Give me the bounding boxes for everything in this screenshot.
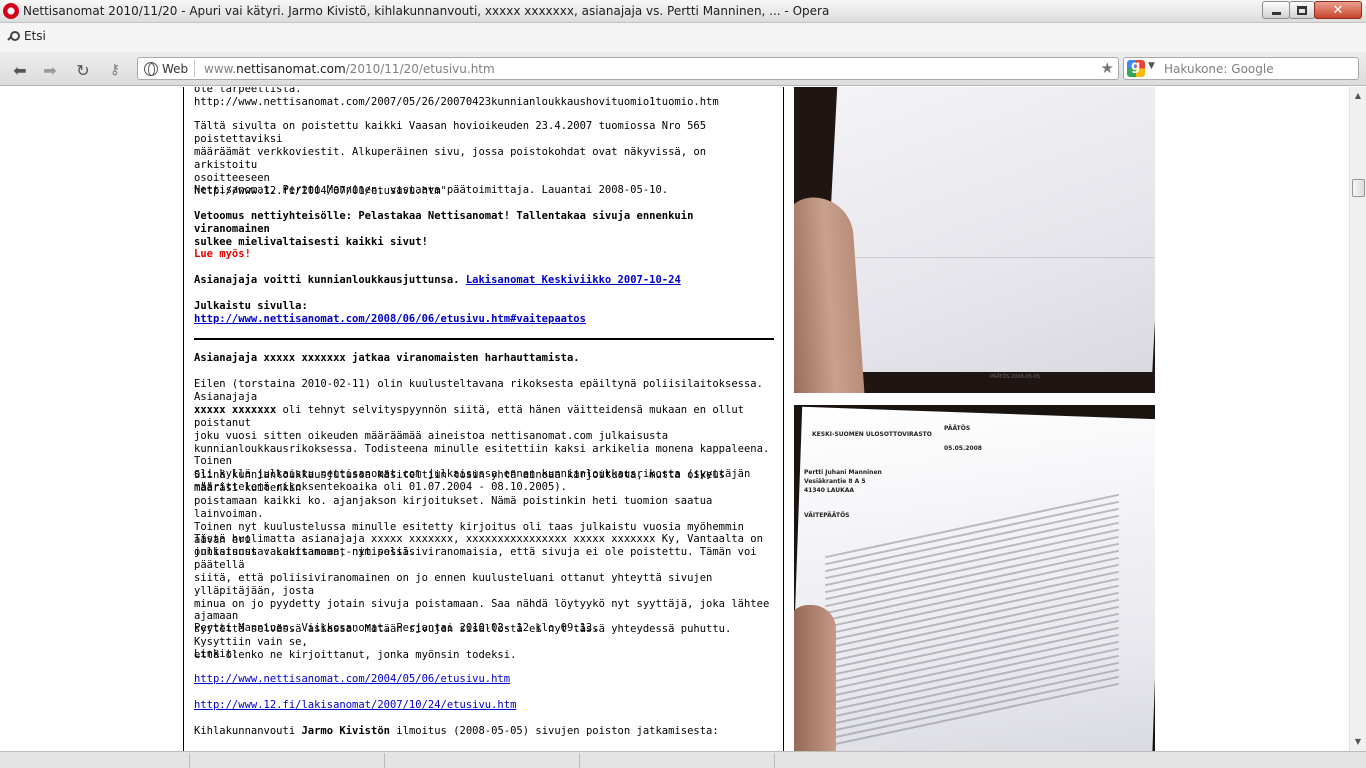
- status-segment: [190, 753, 385, 768]
- document-text: [822, 493, 1122, 748]
- navigation-toolbar: ⬅ ➡ ↻ ⚷ Web www.nettisanomat.com/2010/11…: [0, 52, 1366, 86]
- opera-logo-icon: [3, 3, 19, 19]
- bold-name: xxxxx xxxxxxx: [194, 403, 277, 416]
- search-icon: [8, 30, 20, 42]
- address-badge[interactable]: Web: [141, 60, 196, 77]
- nettisanomat-link[interactable]: http://www.nettisanomat.com/2004/05/06/e…: [194, 673, 510, 685]
- see-also-label: Lue myös!: [194, 248, 251, 260]
- address-badge-label: Web: [162, 61, 189, 76]
- text-span: Kihlakunnanvouti: [194, 725, 302, 737]
- key-icon: ⚷: [109, 62, 121, 78]
- text-span: Eilen (torstaina 2010-02-11) olin kuulus…: [194, 378, 763, 403]
- text-span: ilmoitus (2008-05-05) sivujen poiston ja…: [389, 725, 719, 737]
- scroll-up-icon[interactable]: ▲: [1353, 91, 1363, 101]
- article-paragraph: Nettisanomat. Pertti Manninen, vastaava …: [194, 184, 669, 196]
- document-photo: PÄÄTÖS 2008-05-05: [794, 87, 1155, 393]
- arrow-right-icon: ➡: [43, 60, 57, 80]
- find-label: Etsi: [24, 29, 46, 43]
- status-segment: [0, 753, 190, 768]
- address-url[interactable]: www.nettisanomat.com/2010/11/20/etusivu.…: [204, 62, 495, 76]
- bookmark-star-icon[interactable]: ★: [1101, 59, 1114, 77]
- wand-button[interactable]: ⚷: [104, 60, 126, 80]
- globe-icon: [144, 61, 158, 76]
- url-prefix: www.: [204, 62, 237, 76]
- reload-button[interactable]: ↻: [72, 60, 94, 80]
- reload-icon: ↻: [76, 60, 90, 80]
- url-domain: nettisanomat.com: [236, 62, 346, 76]
- status-segment: [385, 753, 580, 768]
- vertical-scrollbar[interactable]: ▲ ▼: [1349, 87, 1366, 751]
- arrow-left-icon: ⬅: [13, 60, 27, 80]
- bold-name: Jarmo Kivistön: [301, 725, 390, 737]
- published-link[interactable]: http://www.nettisanomat.com/2008/06/06/e…: [194, 313, 586, 325]
- address-bar[interactable]: Web www.nettisanomat.com/2010/11/20/etus…: [137, 57, 1119, 80]
- document-date: 05.05.2008: [944, 445, 982, 452]
- minimize-button[interactable]: [1262, 1, 1290, 19]
- url-path: /2010/11/20/etusivu.htm: [345, 62, 495, 76]
- document-org: KESKI-SUOMEN ULOSOTTOVIRASTO: [812, 431, 932, 438]
- article-column: ole tarpeellista. http://www.nettisanoma…: [183, 87, 784, 751]
- photo-caption: PÄÄTÖS 2008-05-05: [990, 374, 1041, 380]
- status-segment: [580, 753, 775, 768]
- article-paragraph: Tästä huolimatta asianajaja xxxxx xxxxxx…: [194, 533, 770, 662]
- find-menu-button[interactable]: Etsi: [8, 29, 46, 43]
- document-photo: KESKI-SUOMEN ULOSOTTOVIRASTO PÄÄTÖS 05.0…: [794, 405, 1155, 751]
- chevron-down-icon[interactable]: ▼: [1148, 61, 1155, 71]
- article-heading: Asianajaja xxxxx xxxxxxx jatkaa viranoma…: [194, 352, 580, 364]
- title-bar: Nettisanomat 2010/11/20 - Apuri vai käty…: [0, 0, 1366, 23]
- article-paragraph: Pertti Manninen. Viikkosanomat. Perjanta…: [194, 622, 599, 634]
- maximize-button[interactable]: [1289, 1, 1315, 19]
- menu-row: Etsi: [0, 23, 1366, 52]
- appeal-text: Vetoomus nettiyhteisölle: Pelastakaa Net…: [194, 210, 694, 248]
- forward-button[interactable]: ➡: [39, 60, 61, 80]
- page-viewport: ole tarpeellista. http://www.nettisanoma…: [0, 87, 1349, 751]
- document-recipient: Pertti Juhani Manninen: [804, 469, 882, 476]
- maximize-icon: [1297, 5, 1307, 15]
- article-paragraph: Kihlakunnanvouti Jarmo Kivistön ilmoitus…: [194, 725, 719, 738]
- scroll-thumb[interactable]: [1352, 179, 1365, 197]
- search-field[interactable]: ▼ Hakukone: Google: [1123, 57, 1359, 80]
- close-button[interactable]: ✕: [1314, 1, 1362, 19]
- scroll-down-icon[interactable]: ▼: [1353, 737, 1363, 747]
- lakisanomat-link[interactable]: Lakisanomat Keskiviikko 2007-10-24: [466, 274, 681, 286]
- published-label: Julkaistu sivulla:: [194, 300, 308, 312]
- article-paragraph: Asianajaja voitti kunnianloukkausjuttuns…: [194, 274, 466, 286]
- document-address: Vesiäkrantie 8 A 5: [804, 478, 866, 485]
- minimize-icon: [1271, 11, 1281, 15]
- article-paragraph: ole tarpeellista. http://www.nettisanoma…: [194, 87, 719, 108]
- document-section: VÄITEPÄÄTÖS: [804, 512, 850, 519]
- status-bar: [0, 751, 1366, 768]
- search-placeholder: Hakukone: Google: [1164, 62, 1274, 76]
- back-button[interactable]: ⬅: [9, 60, 31, 80]
- window-title: Nettisanomat 2010/11/20 - Apuri vai käty…: [23, 4, 830, 18]
- paper-sheet: [822, 87, 1155, 372]
- document-type: PÄÄTÖS: [944, 425, 971, 432]
- document-address: 41340 LAUKAA: [804, 487, 855, 494]
- hand: [794, 605, 836, 751]
- 12fi-link[interactable]: http://www.12.fi/lakisanomat/2007/10/24/…: [194, 699, 516, 711]
- close-icon: ✕: [1332, 2, 1344, 18]
- links-label: Linkit:: [194, 648, 239, 660]
- divider: [194, 338, 774, 340]
- google-icon[interactable]: [1127, 59, 1145, 77]
